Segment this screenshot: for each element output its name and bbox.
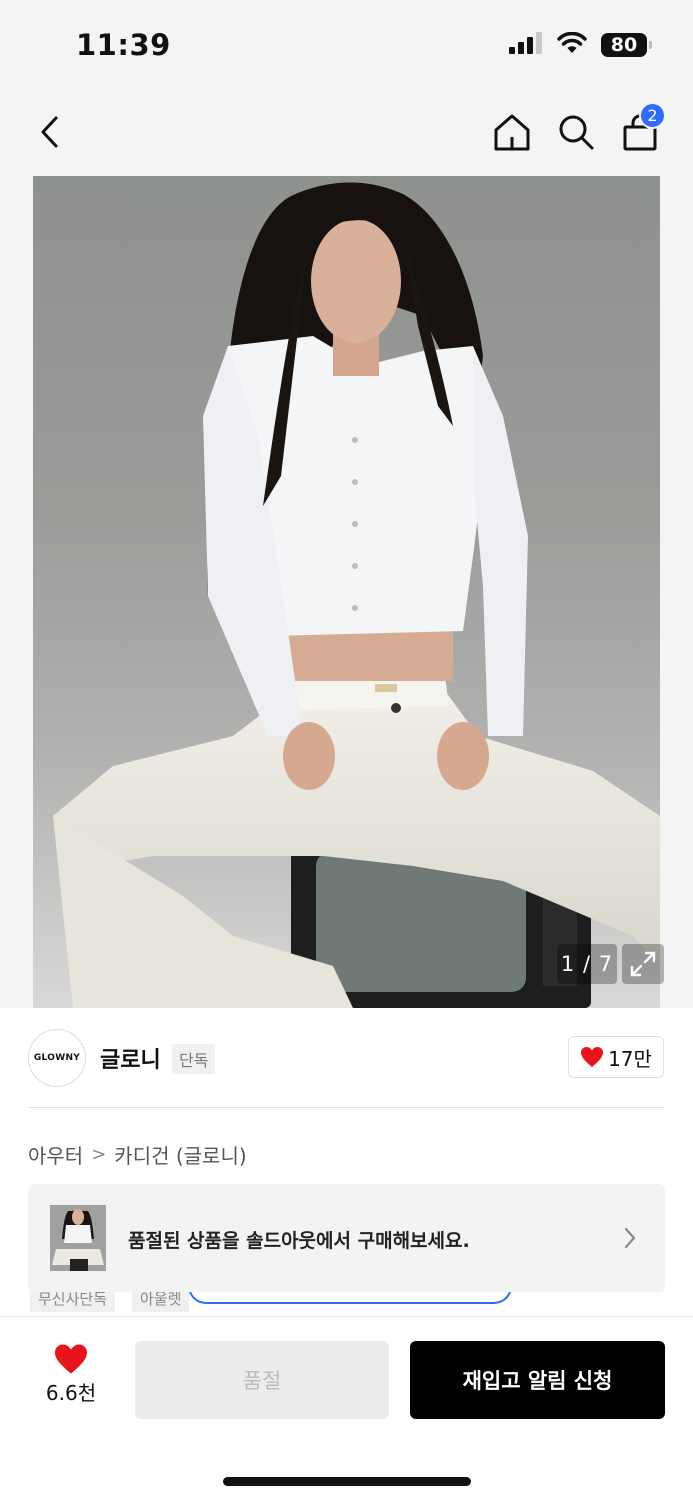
wishlist-count: 6.6천 [45, 1381, 97, 1405]
battery-icon: 80 [601, 33, 652, 57]
exclusive-badge: 단독 [172, 1044, 216, 1074]
breadcrumb-separator: > [91, 1144, 107, 1165]
coupon-outline [188, 1292, 512, 1304]
tag-row: 무신사단독 아울렛 [28, 1292, 665, 1316]
back-button[interactable] [26, 108, 74, 156]
breadcrumb-category[interactable]: 아우터 [28, 1140, 83, 1169]
status-icons: 80 [509, 31, 652, 58]
cart-button[interactable]: 2 [616, 102, 666, 156]
product-photo [33, 176, 660, 1008]
breadcrumb: 아우터 > 카디건 (글로니) [28, 1140, 247, 1169]
wifi-icon [557, 31, 587, 58]
status-bar: 11:39 80 [0, 0, 693, 92]
breadcrumb-subcategory[interactable]: 카디건 (글로니) [114, 1140, 246, 1169]
bottom-action-bar: 6.6천 품절 재입고 알림 신청 [0, 1316, 693, 1501]
brand-like-count: 17만 [608, 1046, 652, 1071]
soldout-banner-text: 품절된 상품을 솔드아웃에서 구매해보세요. [128, 1230, 470, 1252]
wishlist-button[interactable]: 6.6천 [36, 1343, 106, 1406]
tag-chip[interactable]: 무신사단독 [30, 1292, 116, 1312]
battery-level: 80 [610, 34, 638, 56]
section-divider [28, 1107, 665, 1108]
brand-logo-text: GLOWNY [33, 1053, 81, 1063]
top-nav: 2 [0, 92, 693, 176]
product-thumbnail [50, 1205, 106, 1271]
soldout-banner[interactable]: 품절된 상품을 솔드아웃에서 구매해보세요. [28, 1184, 665, 1292]
home-icon [494, 114, 530, 151]
cart-count-badge: 2 [639, 102, 666, 129]
restock-alert-button[interactable]: 재입고 알림 신청 [410, 1341, 665, 1419]
heart-icon [55, 1344, 87, 1374]
signal-icon [509, 32, 543, 58]
chevron-left-icon [41, 116, 58, 148]
brand-row: GLOWNY 글로니 단독 17만 [0, 1008, 693, 1108]
home-button[interactable] [488, 108, 536, 156]
product-gallery[interactable] [0, 176, 693, 1008]
status-time: 11:39 [76, 28, 171, 62]
search-icon [559, 115, 594, 150]
brand-name[interactable]: 글로니 [100, 1042, 161, 1074]
home-indicator [223, 1477, 471, 1486]
expand-icon [630, 951, 656, 977]
search-button[interactable] [552, 108, 600, 156]
tag-chip[interactable]: 아울렛 [132, 1292, 190, 1312]
chevron-right-icon [624, 1227, 636, 1249]
image-counter: 1 / 7 [557, 944, 617, 984]
fullscreen-button[interactable] [622, 944, 664, 984]
brand-logo[interactable]: GLOWNY [28, 1029, 86, 1087]
soldout-button: 품절 [135, 1341, 389, 1419]
heart-icon [581, 1047, 604, 1067]
brand-like-button[interactable]: 17만 [568, 1036, 664, 1078]
